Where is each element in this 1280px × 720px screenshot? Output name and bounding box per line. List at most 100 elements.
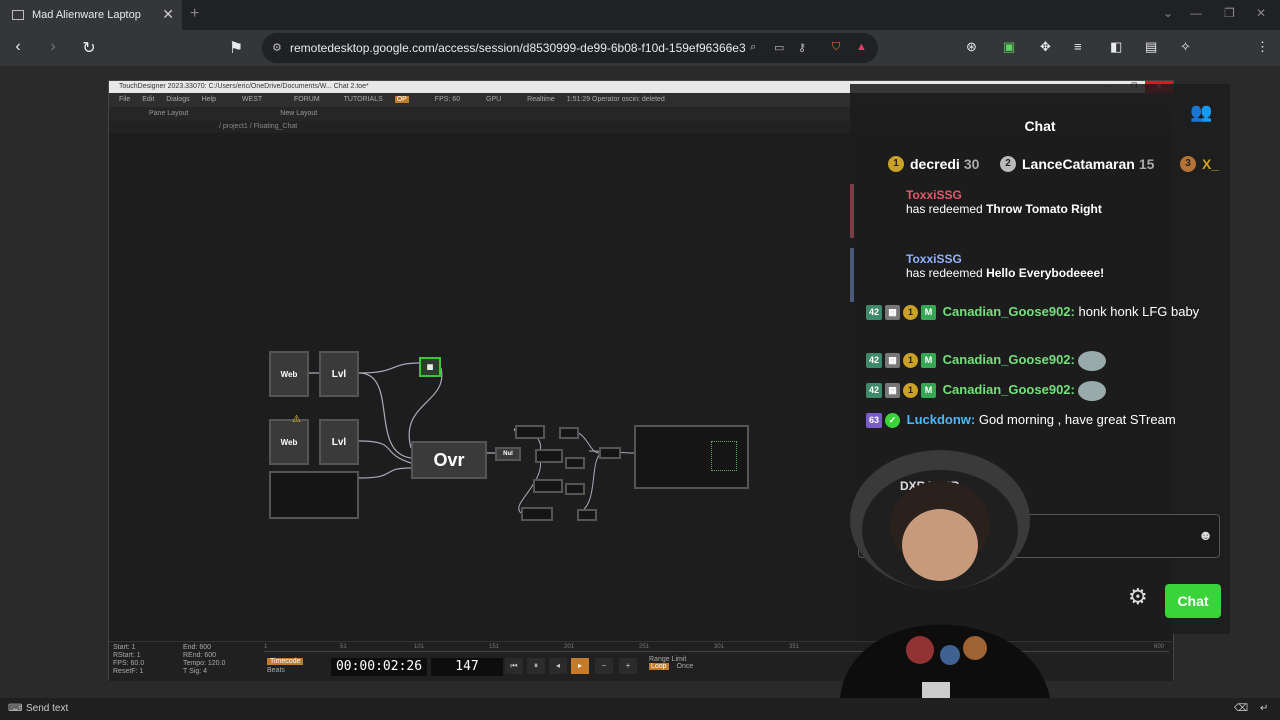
play-icon[interactable]: ▸: [571, 658, 589, 674]
chat-username[interactable]: Luckdonw:: [907, 412, 976, 427]
node-small-1[interactable]: [515, 425, 545, 439]
chat-username[interactable]: Canadian_Goose902:: [943, 382, 1075, 397]
chat-message-1: 42 ▦ 1 M Canadian_Goose902: honk honk LFG b…: [866, 300, 1218, 323]
node-small-7[interactable]: [521, 507, 553, 521]
menu-help[interactable]: Help: [202, 96, 216, 103]
resetf-readout: ResetF: 1: [113, 668, 144, 675]
redeem-user: ToxxiSSG: [906, 188, 962, 202]
step-minus-icon[interactable]: −: [595, 658, 613, 674]
chat-text: honk honk LFG baby: [1078, 304, 1200, 319]
new-tab-button[interactable]: +: [190, 5, 199, 23]
sidebar-icon[interactable]: ◧: [1110, 39, 1122, 55]
tsig-readout: T Sig: 4: [183, 668, 207, 675]
node-over[interactable]: Ovr: [411, 441, 487, 479]
new-layout-button[interactable]: New Layout: [280, 110, 317, 117]
menu-dialogs[interactable]: Dialogs: [166, 96, 189, 103]
redeem-event-2: ToxxiSSG has redeemed Hello Everybodeeee…: [850, 248, 1230, 302]
node-wires: [309, 362, 635, 514]
brave-rewards-icon[interactable]: ▲: [856, 41, 867, 53]
node-lvl-1[interactable]: Lvl: [319, 351, 359, 397]
ruler-tick: 101: [414, 644, 425, 650]
close-tab-icon[interactable]: ✕: [162, 6, 174, 23]
gold-badge-icon: 1: [903, 305, 919, 321]
close-window-button[interactable]: ✕: [1256, 6, 1266, 20]
bookmark-icon[interactable]: ⚑: [226, 38, 246, 58]
end-readout: End: 600: [183, 644, 212, 651]
loop-button[interactable]: Loop: [649, 663, 669, 670]
node-preview-black[interactable]: [269, 471, 359, 519]
back-button[interactable]: ‹: [8, 38, 28, 56]
chat-username[interactable]: Canadian_Goose902:: [943, 304, 1075, 319]
password-key-icon[interactable]: ⚷: [798, 41, 806, 54]
ruler-tick: 51: [340, 644, 347, 650]
gpu-readout: GPU: [486, 96, 502, 103]
emote-picker-icon[interactable]: ☻: [1198, 527, 1213, 543]
node-null[interactable]: Nul: [495, 447, 521, 461]
node-output-preview[interactable]: [634, 425, 749, 489]
node-web-1[interactable]: Web: [269, 351, 309, 397]
step-plus-icon[interactable]: +: [619, 658, 637, 674]
menu-forum[interactable]: FORUM: [294, 96, 320, 103]
realtime-toggle[interactable]: Realtime: [527, 96, 555, 103]
node-small-9[interactable]: [599, 447, 621, 459]
node-small-4[interactable]: [565, 457, 585, 469]
network-editor[interactable]: Web Lvl ▦ Web ⚠ Lvl Ovr Nul: [109, 133, 854, 641]
chat-send-button[interactable]: Chat: [1165, 584, 1221, 618]
restore-button[interactable]: ❐: [1224, 6, 1235, 20]
node-small-8[interactable]: [577, 509, 597, 521]
rend-readout: REnd: 600: [183, 652, 217, 659]
site-info-icon[interactable]: ⚙: [272, 41, 282, 54]
tab-search-icon[interactable]: ⌄: [1163, 6, 1173, 20]
menu-file[interactable]: File: [119, 96, 130, 103]
browser-tab[interactable]: Mad Alienware Laptop ✕: [0, 0, 182, 30]
menu-op[interactable]: OP: [394, 96, 409, 103]
wallet-icon[interactable]: ▤: [1145, 39, 1157, 55]
once-button[interactable]: Once: [677, 663, 694, 670]
zoom-icon[interactable]: ⌕: [750, 41, 756, 54]
leo-ai-icon[interactable]: ✧: [1180, 39, 1191, 55]
node-small-5[interactable]: [533, 479, 563, 493]
step-back-icon[interactable]: ◂: [549, 658, 567, 674]
browser-tab-strip: Mad Alienware Laptop ✕ + ⌄ — ❐ ✕: [0, 0, 1280, 30]
node-small-2[interactable]: [559, 427, 579, 439]
node-selected[interactable]: ▦: [419, 357, 441, 377]
fps-readout: FPS: 60: [434, 96, 461, 103]
node-small-6[interactable]: [565, 483, 585, 495]
node-lvl-2[interactable]: Lvl: [319, 419, 359, 465]
backspace-icon[interactable]: ⌫: [1234, 698, 1248, 720]
mute-icon[interactable]: ◌: [726, 41, 733, 53]
timecode-mode-label[interactable]: Timecode: [267, 658, 304, 665]
reload-button[interactable]: ↻: [79, 38, 99, 58]
pause-icon[interactable]: ⏸: [527, 658, 545, 674]
chat-settings-gear-icon[interactable]: ⚙: [1128, 584, 1148, 610]
keyboard-icon[interactable]: ⌨: [8, 698, 22, 720]
pane-layout-button[interactable]: Pane Layout: [149, 110, 188, 117]
extensions-puzzle-icon[interactable]: ✥: [1040, 39, 1051, 55]
frame-display[interactable]: 147: [431, 658, 503, 676]
brave-shield-icon[interactable]: ⛉: [832, 41, 840, 54]
send-text-label[interactable]: Send text: [26, 698, 68, 720]
minimize-button[interactable]: —: [1190, 6, 1202, 20]
menu-icon[interactable]: ⋮: [1256, 39, 1269, 55]
chat-username[interactable]: Canadian_Goose902:: [943, 352, 1075, 367]
rewind-icon[interactable]: ⏮: [505, 658, 523, 674]
menu-edit[interactable]: Edit: [142, 96, 154, 103]
extension-icon-2[interactable]: ▣: [1003, 39, 1015, 55]
menu-west[interactable]: WEST: [242, 96, 262, 103]
timecode-mode[interactable]: Timecode Beats: [267, 658, 304, 674]
address-bar[interactable]: ⚙ remotedesktop.google.com/access/sessio…: [262, 33, 878, 63]
tempo-readout: Tempo: 120.0: [183, 660, 226, 667]
beats-mode-label[interactable]: Beats: [267, 667, 285, 674]
ruler-tick: 1: [264, 644, 268, 650]
media-controls-icon[interactable]: ≡: [1074, 39, 1082, 54]
menu-tutorials[interactable]: TUTORIALS: [344, 96, 383, 103]
forward-button[interactable]: ›: [43, 38, 63, 56]
node-web-2[interactable]: Web: [269, 419, 309, 465]
node-small-3[interactable]: [535, 449, 563, 463]
redeem-event-1: ToxxiSSG has redeemed Throw Tomato Right: [850, 184, 1230, 238]
enter-icon[interactable]: ↵: [1260, 698, 1268, 720]
extension-icon-1[interactable]: ⊛: [966, 39, 977, 55]
timecode-display[interactable]: 00:00:02:26: [331, 658, 427, 676]
rank-badge: 3: [1180, 156, 1196, 172]
cast-icon[interactable]: ▭: [774, 41, 784, 54]
